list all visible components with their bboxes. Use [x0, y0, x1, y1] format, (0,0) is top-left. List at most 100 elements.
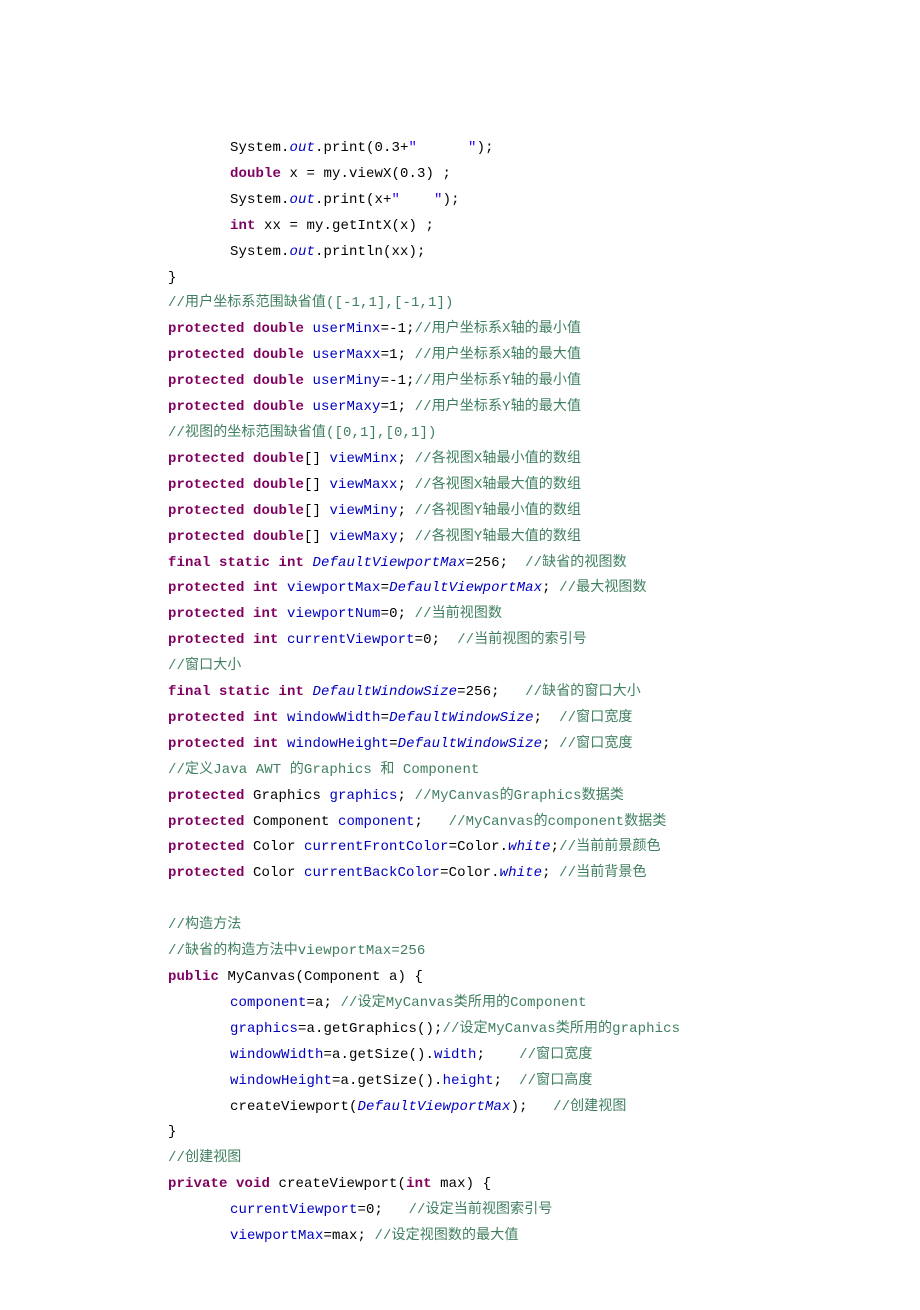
code-token: width [434, 1047, 477, 1063]
code-token: //用户坐标系范围缺省值([-1,1],[-1,1]) [168, 295, 454, 311]
code-token: windowWidth [230, 1047, 324, 1063]
code-token: = [389, 736, 398, 752]
code-token: [] [304, 503, 330, 519]
code-token: Color [245, 865, 305, 881]
code-token: =0; [358, 1202, 409, 1218]
code-token: ; [398, 451, 415, 467]
code-token: currentBackColor [304, 865, 440, 881]
code-token: graphics [330, 788, 398, 804]
code-token: currentViewport [287, 632, 415, 648]
code-token: ; [494, 1073, 520, 1089]
code-line: //缺省的构造方法中viewportMax=256 [168, 939, 920, 965]
code-token: //用户坐标系X轴的最大值 [415, 347, 582, 363]
code-token: white [508, 839, 551, 855]
code-line: protected double[] viewMinx; //各视图X轴最小值的… [168, 447, 920, 473]
code-token: userMiny [313, 373, 381, 389]
code-token: protected int [168, 710, 279, 726]
code-token: //窗口宽度 [559, 736, 632, 752]
code-token: =0; [415, 632, 458, 648]
code-line: protected Graphics graphics; //MyCanvas的… [168, 784, 920, 810]
code-token: ; [398, 477, 415, 493]
code-token: //当前视图数 [415, 606, 503, 622]
code-token: component [230, 995, 307, 1011]
code-token: [] [304, 451, 330, 467]
code-token: ); [511, 1099, 554, 1115]
code-token: height [443, 1073, 494, 1089]
code-token: viewMiny [330, 503, 398, 519]
code-token: double [230, 166, 281, 182]
code-token: viewMinx [330, 451, 398, 467]
code-token: protected [168, 788, 245, 804]
code-token: //当前前景颜色 [559, 839, 661, 855]
code-token: //用户坐标系Y轴的最大值 [415, 399, 582, 415]
code-token: ; [551, 839, 560, 855]
code-token: =256; [466, 555, 526, 571]
code-line: //视图的坐标范围缺省值([0,1],[0,1]) [168, 421, 920, 447]
code-line: protected int windowWidth=DefaultWindowS… [168, 706, 920, 732]
code-token: protected int [168, 606, 279, 622]
code-token: ; [477, 1047, 520, 1063]
code-token: protected [168, 839, 245, 855]
code-token: //设定MyCanvas类所用的Component [341, 995, 587, 1011]
code-token: ; [415, 814, 449, 830]
code-token: graphics [230, 1021, 298, 1037]
code-token: viewMaxy [330, 529, 398, 545]
code-token: //创建视图 [168, 1150, 241, 1166]
code-token [279, 736, 288, 752]
code-token: viewportMax [230, 1228, 324, 1244]
code-token: //各视图X轴最小值的数组 [415, 451, 582, 467]
code-token: =1; [381, 347, 415, 363]
code-token: windowHeight [230, 1073, 332, 1089]
code-token: protected [168, 865, 245, 881]
code-token: //MyCanvas的Graphics数据类 [415, 788, 624, 804]
code-token: int [406, 1176, 432, 1192]
code-line: public MyCanvas(Component a) { [168, 965, 920, 991]
code-token: //窗口宽度 [519, 1047, 592, 1063]
code-token: //用户坐标系Y轴的最小值 [415, 373, 582, 389]
code-token: ; [534, 710, 560, 726]
code-token: =a.getSize(). [332, 1073, 443, 1089]
code-line: //用户坐标系范围缺省值([-1,1],[-1,1]) [168, 291, 920, 317]
code-line: int xx = my.getIntX(x) ; [168, 214, 920, 240]
code-token: .print(0.3+ [315, 140, 409, 156]
code-token: DefaultWindowSize [398, 736, 543, 752]
code-token: //定义Java AWT 的Graphics 和 Component [168, 762, 479, 778]
code-line: private void createViewport(int max) { [168, 1172, 920, 1198]
code-token: //各视图Y轴最小值的数组 [415, 503, 582, 519]
code-token: final static int [168, 555, 304, 571]
code-line: graphics=a.getGraphics();//设定MyCanvas类所用… [168, 1017, 920, 1043]
code-token: protected int [168, 632, 279, 648]
code-token: =-1; [381, 373, 415, 389]
code-token: //各视图Y轴最大值的数组 [415, 529, 582, 545]
code-token: Component [245, 814, 339, 830]
code-line: viewportMax=max; //设定视图数的最大值 [168, 1224, 920, 1250]
code-token: userMinx [313, 321, 381, 337]
code-line: component=a; //设定MyCanvas类所用的Component [168, 991, 920, 1017]
code-line: protected int viewportNum=0; //当前视图数 [168, 602, 920, 628]
code-line: protected Color currentFrontColor=Color.… [168, 835, 920, 861]
code-token: viewportMax [287, 580, 381, 596]
code-token: DefaultWindowSize [313, 684, 458, 700]
code-token: protected double [168, 347, 304, 363]
code-token: [] [304, 477, 330, 493]
code-token: //各视图X轴最大值的数组 [415, 477, 582, 493]
code-line: //构造方法 [168, 913, 920, 939]
code-token: ); [443, 192, 460, 208]
code-line: protected double userMiny=-1;//用户坐标系Y轴的最… [168, 369, 920, 395]
code-line: currentViewport=0; //设定当前视图索引号 [168, 1198, 920, 1224]
code-token: =1; [381, 399, 415, 415]
code-token: =a.getGraphics(); [298, 1021, 443, 1037]
code-token: protected double [168, 503, 304, 519]
code-token: =a; [307, 995, 341, 1011]
code-token: viewMaxx [330, 477, 398, 493]
code-token: DefaultViewportMax [389, 580, 542, 596]
code-token: } [168, 270, 177, 286]
code-token: .print(x+ [315, 192, 392, 208]
code-token [304, 555, 313, 571]
code-token: = [381, 580, 390, 596]
code-token: out [290, 244, 316, 260]
code-token: //窗口宽度 [559, 710, 632, 726]
code-line: createViewport(DefaultViewportMax); //创建… [168, 1095, 920, 1121]
code-token: DefaultViewportMax [358, 1099, 511, 1115]
code-token: //窗口大小 [168, 658, 241, 674]
